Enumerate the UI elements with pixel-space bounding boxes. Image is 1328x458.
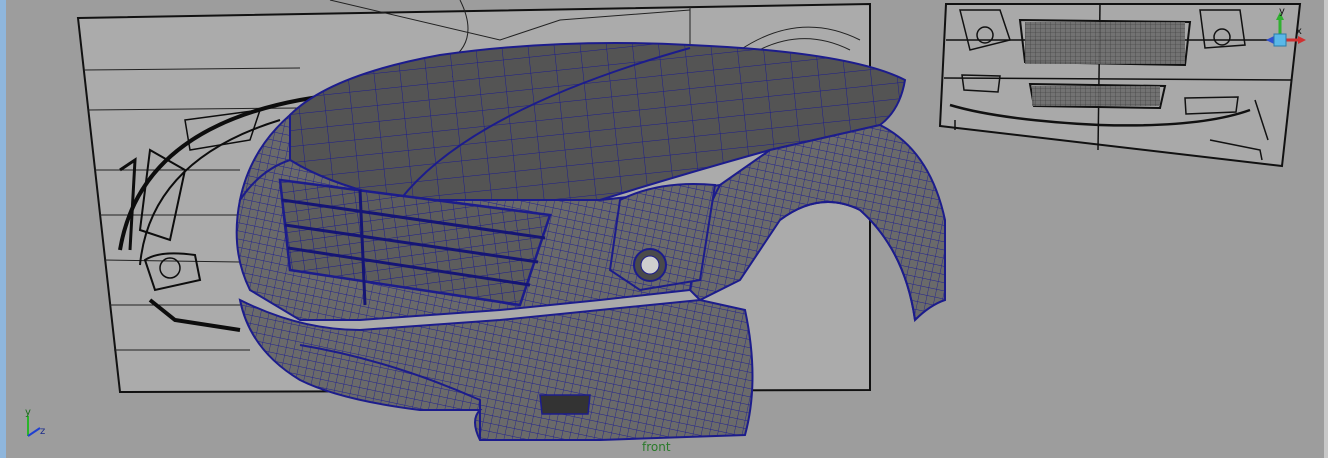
view-cube[interactable]: y x bbox=[1252, 6, 1312, 66]
axis-gizmo: y z bbox=[25, 407, 45, 437]
view-cube-x-arrow[interactable] bbox=[1298, 36, 1306, 44]
axis-z-label: z bbox=[40, 426, 45, 437]
front-view-reference-plane[interactable] bbox=[938, 3, 1302, 168]
view-cube-x-label: x bbox=[1296, 26, 1302, 37]
maya-viewport[interactable]: front y z y x bbox=[0, 0, 1328, 458]
scene-canvas[interactable] bbox=[0, 0, 1328, 458]
view-cube-center[interactable] bbox=[1273, 33, 1287, 47]
axis-y-label: y bbox=[25, 407, 31, 418]
axis-z-line bbox=[27, 427, 41, 437]
camera-name-label: front bbox=[642, 440, 671, 454]
view-cube-y-label: y bbox=[1279, 6, 1285, 17]
view-cube-z-arrow[interactable] bbox=[1266, 36, 1274, 44]
